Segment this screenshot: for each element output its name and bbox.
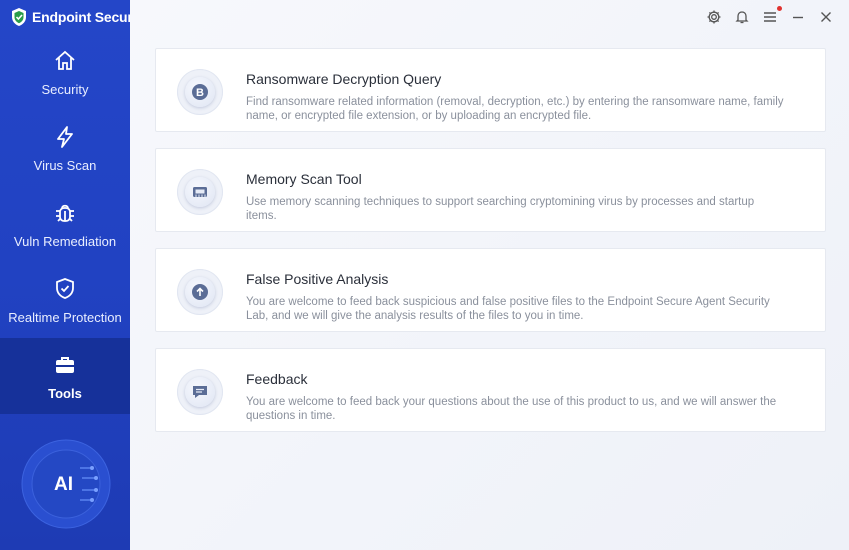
tool-icon-container: B <box>177 69 223 115</box>
menu-icon[interactable] <box>761 6 782 26</box>
tool-title: Feedback <box>246 371 308 387</box>
tool-description: You are welcome to feed back your questi… <box>246 396 777 422</box>
tool-card-false-positive-analysis[interactable]: False Positive Analysis You are welcome … <box>155 248 826 332</box>
close-icon[interactable] <box>817 8 835 26</box>
settings-icon[interactable] <box>705 8 723 26</box>
sidebar-item-label: Vuln Remediation <box>13 233 117 249</box>
tool-card-memory-scan[interactable]: Memory Scan Tool Use memory scanning tec… <box>155 148 826 232</box>
sidebar-item-vuln-remediation[interactable]: Vuln Remediation <box>0 186 130 262</box>
minimize-icon[interactable] <box>789 8 807 26</box>
bell-icon[interactable] <box>733 8 751 26</box>
app-brand: Endpoint Secure <box>0 0 130 34</box>
sidebar: Endpoint Secure Security Virus Scan Vuln… <box>0 0 130 550</box>
shield-check-icon <box>52 276 78 302</box>
tool-icon-container <box>177 369 223 415</box>
tool-title: Ransomware Decryption Query <box>246 71 442 87</box>
memory-chip-icon <box>185 177 215 207</box>
tool-card-ransomware-decryption[interactable]: B Ransomware Decryption Query Find ranso… <box>155 48 826 132</box>
svg-text:B: B <box>196 87 204 99</box>
ai-badge: AI <box>20 438 112 530</box>
sidebar-item-virus-scan[interactable]: Virus Scan <box>0 110 130 186</box>
tool-description: You are welcome to feed back suspicious … <box>246 296 770 322</box>
toolbox-icon <box>52 352 78 378</box>
chat-icon <box>185 377 215 407</box>
sidebar-item-label: Tools <box>48 385 82 401</box>
main-content: B Ransomware Decryption Query Find ranso… <box>130 0 849 550</box>
sidebar-item-label: Virus Scan <box>33 157 97 173</box>
tool-title: False Positive Analysis <box>246 271 389 287</box>
notification-dot <box>777 6 782 11</box>
tool-description: Use memory scanning techniques to suppor… <box>246 196 755 222</box>
upload-icon <box>185 277 215 307</box>
home-icon <box>52 48 78 74</box>
sidebar-item-label: Security <box>41 81 89 97</box>
sidebar-item-label: Realtime Protection <box>8 309 122 325</box>
tool-title: Memory Scan Tool <box>246 171 362 187</box>
bug-icon <box>52 200 78 226</box>
sidebar-item-security[interactable]: Security <box>0 34 130 110</box>
ai-label: AI <box>54 474 73 495</box>
tool-icon-container <box>177 169 223 215</box>
tool-card-feedback[interactable]: Feedback You are welcome to feed back yo… <box>155 348 826 432</box>
app-title: Endpoint Secure <box>32 9 130 25</box>
tool-icon-container <box>177 269 223 315</box>
sidebar-item-tools[interactable]: Tools <box>0 338 130 414</box>
lightning-icon <box>52 124 78 150</box>
bitcoin-icon: B <box>185 77 215 107</box>
window-controls <box>705 6 835 26</box>
sidebar-item-realtime-protection[interactable]: Realtime Protection <box>0 262 130 338</box>
shield-logo-icon <box>12 8 26 26</box>
tool-description: Find ransomware related information (rem… <box>246 96 784 122</box>
